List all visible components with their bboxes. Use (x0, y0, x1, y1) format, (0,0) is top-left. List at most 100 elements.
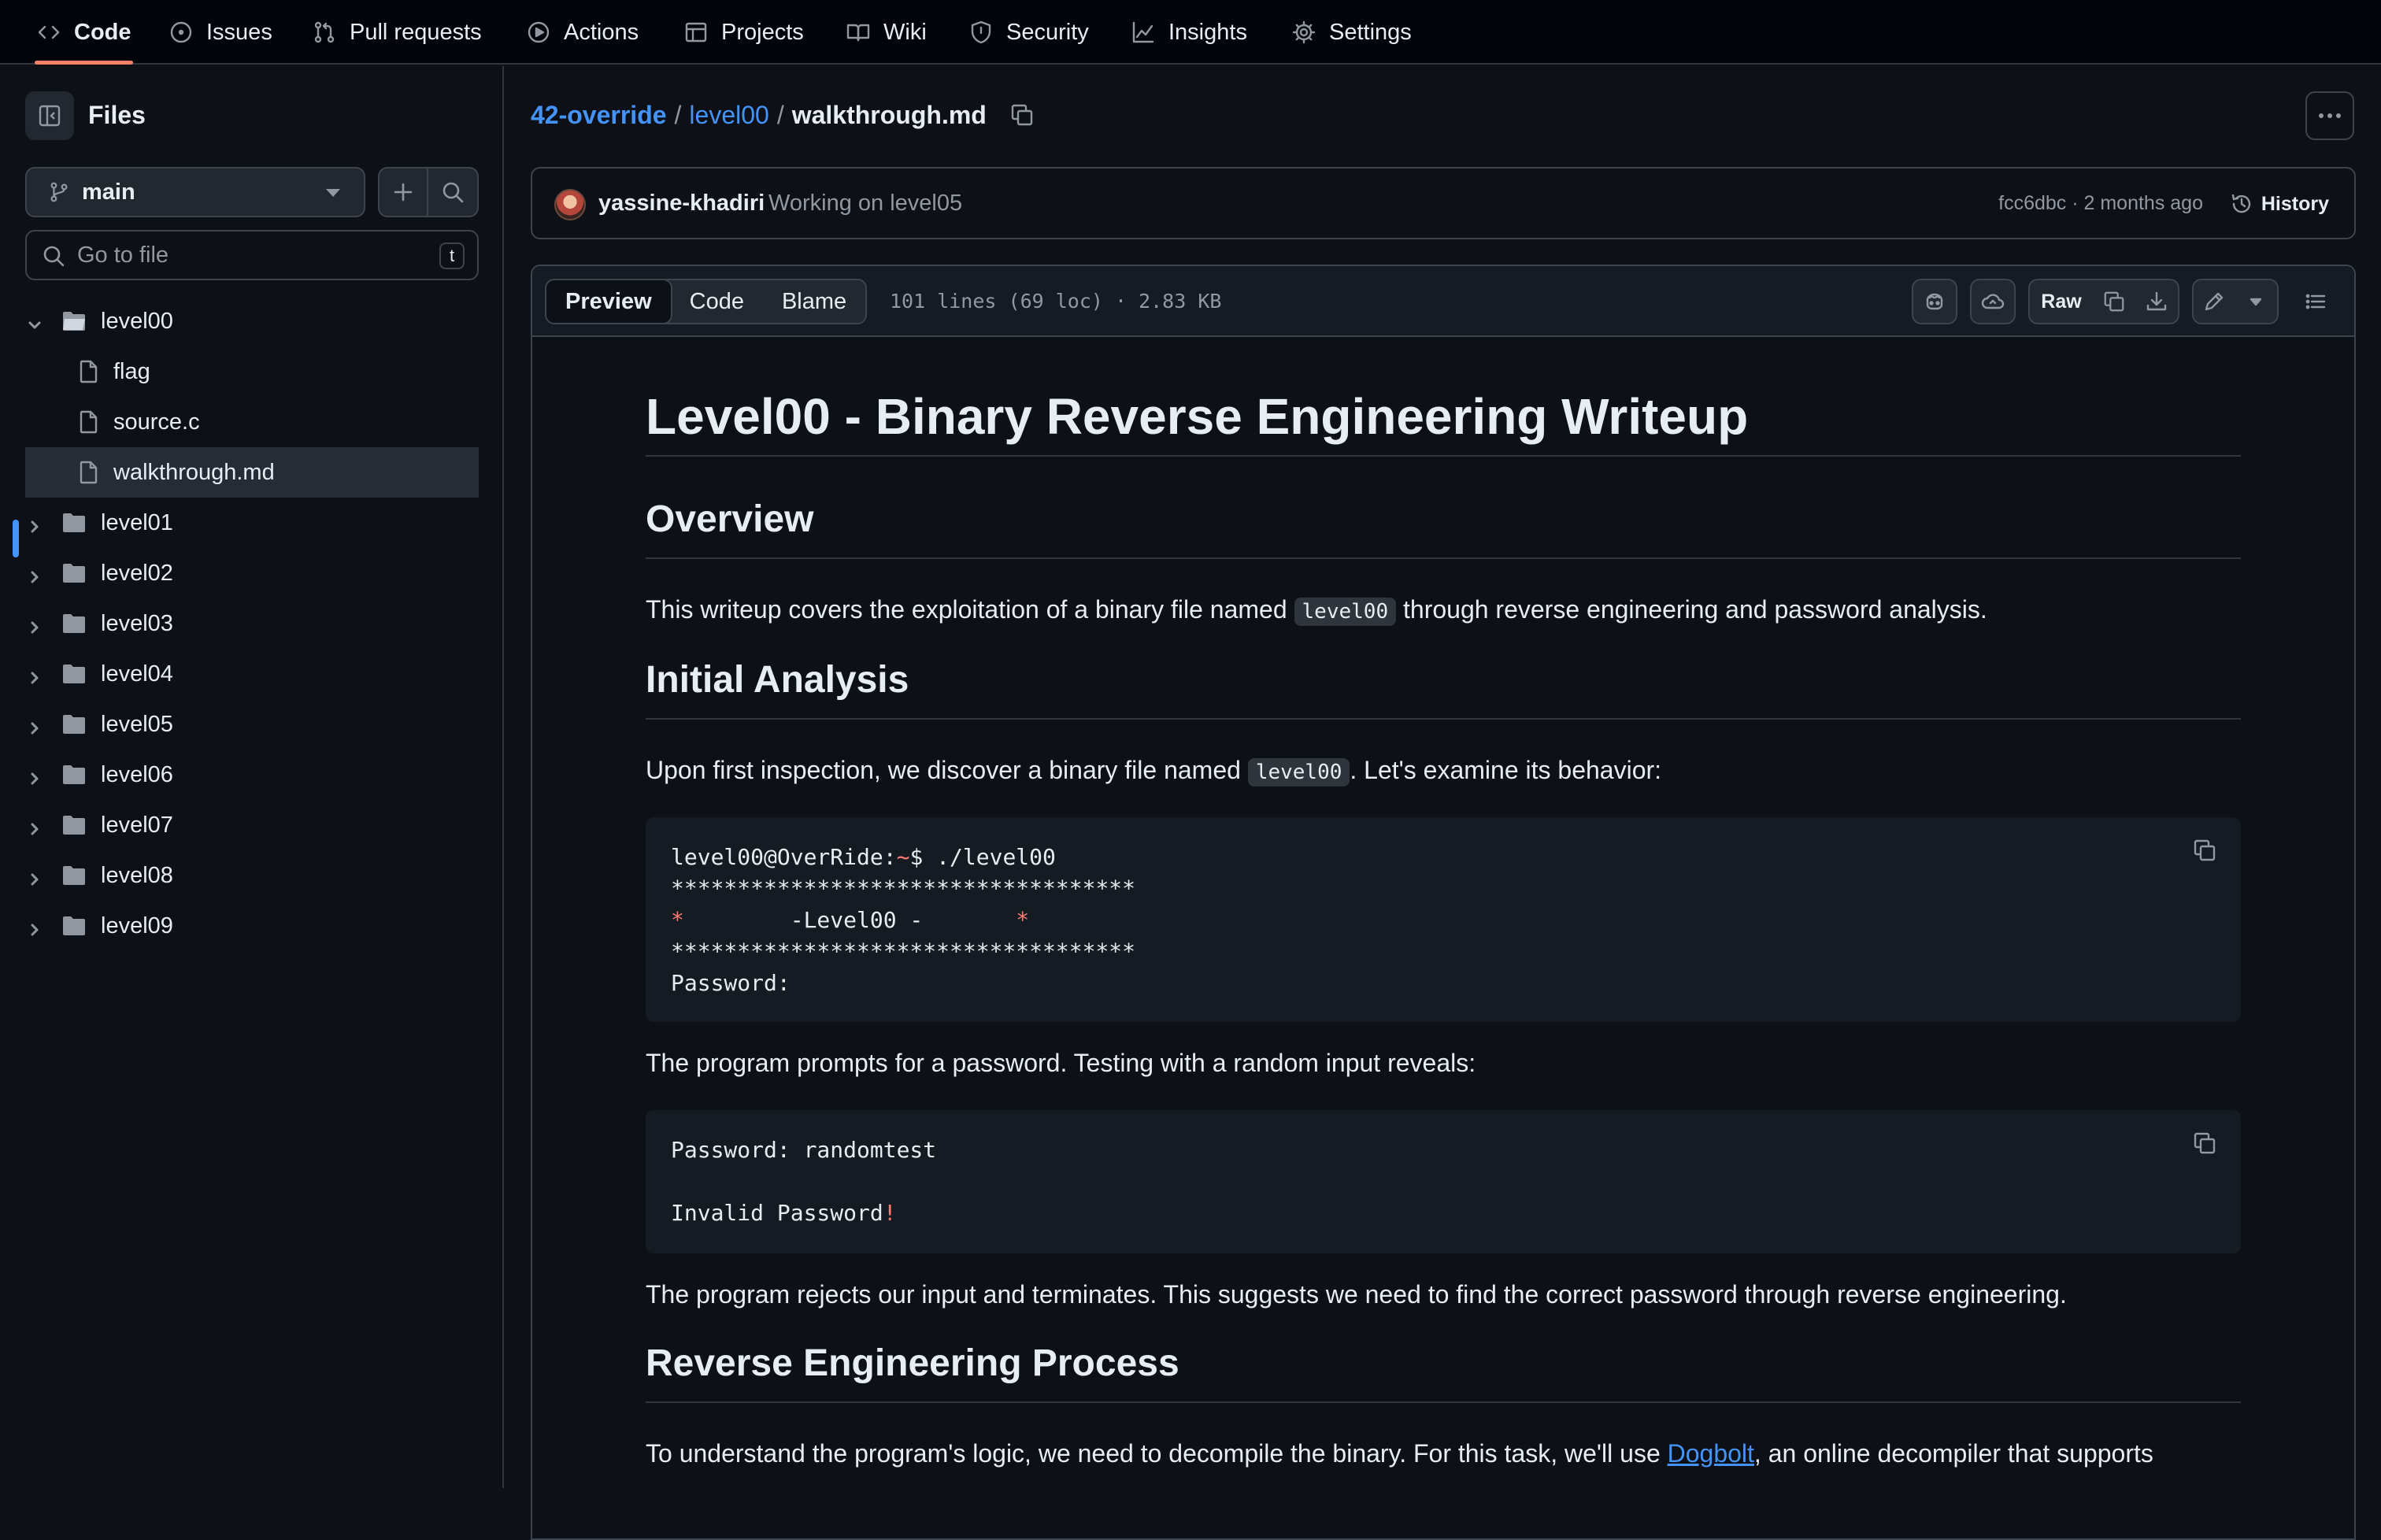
breadcrumb-folder-link[interactable]: level00 (689, 101, 768, 130)
folder-open-icon (61, 309, 87, 333)
commit-author[interactable]: yassine-khadiri (598, 191, 765, 217)
tree-item-level00[interactable]: level00 (0, 296, 504, 346)
heading-divider (646, 718, 2241, 720)
gear-icon (1292, 20, 1316, 44)
add-file-button[interactable] (378, 167, 428, 217)
commit-hash-time[interactable]: fcc6dbc · 2 months ago (1998, 192, 2203, 215)
prompt-paragraph: The program prompts for a password. Test… (646, 1049, 1476, 1077)
tab-code[interactable]: Code (24, 0, 144, 65)
code-text: Invalid Password (671, 1200, 883, 1226)
tree-item-label: level08 (101, 863, 173, 888)
tab-pull-requests[interactable]: Pull requests (299, 0, 494, 65)
sidebar-title: Files (88, 101, 146, 129)
play-circle-icon (528, 21, 550, 43)
tree-item-flag[interactable]: flag (0, 346, 504, 397)
heading-divider (646, 1401, 2241, 1403)
code-line: *********************************** (671, 876, 1136, 901)
tab-wiki[interactable]: Wiki (833, 0, 939, 65)
heading-overview: Overview (646, 498, 814, 540)
tab-wiki-label: Wiki (883, 19, 927, 45)
tab-issues[interactable]: Issues (156, 0, 285, 65)
file-icon (76, 360, 101, 383)
overview-text-1: This writeup covers the exploitation of … (646, 595, 1294, 624)
search-icon (443, 182, 464, 203)
tab-settings-label: Settings (1329, 19, 1412, 45)
tab-blame[interactable]: Blame (763, 280, 865, 323)
plus-icon (394, 183, 413, 202)
folder-icon (61, 914, 87, 938)
tab-code-view[interactable]: Code (671, 280, 763, 323)
tab-security[interactable]: Security (956, 0, 1102, 65)
chevron-right-icon (27, 918, 43, 936)
file-tree-sidebar: Files main Go to file t level00 flag sou… (0, 66, 504, 1488)
outline-button[interactable] (2293, 279, 2338, 324)
heading-initial-analysis: Initial Analysis (646, 659, 909, 701)
breadcrumb-repo-link[interactable]: 42-override (531, 101, 667, 130)
dogbolt-link[interactable]: Dogbolt (1668, 1439, 1754, 1468)
download-button[interactable] (2135, 279, 2179, 324)
tree-item-level01[interactable]: level01 (0, 498, 504, 548)
tree-item-label: level09 (101, 913, 173, 938)
copy-code-button[interactable] (2192, 838, 2217, 863)
tree-item-label: level04 (101, 661, 173, 687)
code-line: Invalid Password! (671, 1200, 897, 1226)
codespace-button[interactable] (1970, 279, 2016, 324)
copy-path-button[interactable] (1009, 102, 1035, 128)
tree-item-level08[interactable]: level08 (0, 850, 504, 901)
tree-item-level03[interactable]: level03 (0, 598, 504, 649)
more-options-button[interactable] (2305, 91, 2354, 140)
search-files-button[interactable] (428, 167, 479, 217)
tree-item-source-c[interactable]: source.c (0, 397, 504, 447)
copilot-button[interactable] (1912, 279, 1957, 324)
file-meta: 101 lines (69 loc) · 2.83 KB (890, 290, 1222, 313)
tree-item-level02[interactable]: level02 (0, 548, 504, 598)
tab-projects[interactable]: Projects (671, 0, 817, 65)
tree-item-level05[interactable]: level05 (0, 699, 504, 750)
branch-selector[interactable]: main (25, 167, 365, 217)
code-line: Password: randomtest (671, 1137, 937, 1163)
overview-paragraph: This writeup covers the exploitation of … (646, 595, 1987, 626)
tree-item-label: flag (113, 359, 150, 384)
commit-message[interactable]: Working on level05 (768, 191, 962, 217)
chevron-down-icon (326, 189, 340, 197)
view-mode-switcher: Preview Code Blame (545, 279, 868, 324)
copy-raw-button[interactable] (2093, 279, 2137, 324)
edit-options-dropdown[interactable] (2235, 279, 2279, 324)
repo-nav: Code Issues Pull requests Actions Projec… (0, 0, 2381, 65)
avatar[interactable] (554, 189, 586, 220)
pull-request-icon (314, 21, 335, 43)
copy-icon (2194, 839, 2216, 861)
history-icon (2231, 194, 2251, 213)
tab-preview[interactable]: Preview (546, 280, 672, 323)
reverse-text-2: , an online decompiler that supports (1753, 1439, 2153, 1468)
folder-icon (61, 864, 87, 887)
tree-item-level07[interactable]: level07 (0, 800, 504, 850)
copy-code-button[interactable] (2192, 1131, 2217, 1156)
tab-settings[interactable]: Settings (1279, 0, 1424, 65)
rejects-paragraph: The program rejects our input and termin… (646, 1280, 2067, 1309)
folder-icon (61, 612, 87, 635)
file-header: Preview Code Blame 101 lines (69 loc) · … (532, 266, 2354, 337)
tab-security-label: Security (1006, 19, 1089, 45)
code-star: * (1016, 907, 1030, 933)
go-to-file-input[interactable]: Go to file t (25, 230, 479, 280)
tree-item-level09[interactable]: level09 (0, 901, 504, 951)
tree-item-label: level06 (101, 762, 173, 787)
page-title: Level00 - Binary Reverse Engineering Wri… (646, 388, 1749, 445)
raw-button[interactable]: Raw (2028, 279, 2094, 324)
initial-paragraph: Upon first inspection, we discover a bin… (646, 756, 1661, 787)
shortcut-key: t (439, 242, 465, 269)
collapse-sidebar-button[interactable] (25, 91, 74, 140)
tree-item-level04[interactable]: level04 (0, 649, 504, 699)
tab-insights[interactable]: Insights (1118, 0, 1260, 65)
tab-insights-label: Insights (1168, 19, 1247, 45)
tab-actions[interactable]: Actions (513, 0, 651, 65)
history-button[interactable]: History (2230, 184, 2329, 224)
tree-item-label: level02 (101, 561, 173, 586)
edit-button[interactable] (2192, 279, 2236, 324)
tree-item-label: level03 (101, 611, 173, 636)
go-to-file-placeholder: Go to file (77, 242, 169, 268)
tree-item-walkthrough-md[interactable]: walkthrough.md (25, 447, 479, 498)
tree-item-level06[interactable]: level06 (0, 750, 504, 800)
code-line: * -Level00 - * (671, 907, 1029, 933)
